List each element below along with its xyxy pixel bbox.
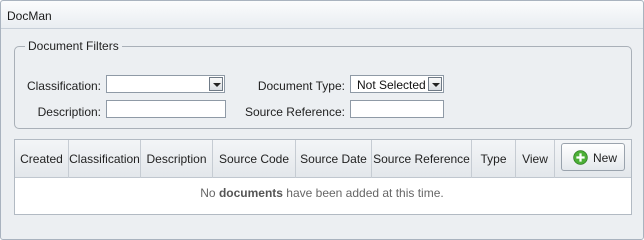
column-header-label: Type [480, 152, 507, 166]
column-header-classification[interactable]: Classification [69, 140, 141, 178]
description-input[interactable] [106, 100, 226, 118]
column-header-label: Classification [69, 152, 140, 166]
document-type-select[interactable]: Not Selected [350, 75, 444, 93]
chevron-down-icon[interactable] [428, 77, 442, 91]
empty-table-message: No documents have been added at this tim… [1, 186, 643, 200]
source-reference-input[interactable] [350, 100, 444, 118]
column-header-label: Source Reference [373, 152, 470, 166]
docman-window: DocMan Document Filters Classification: … [0, 0, 644, 240]
new-document-button[interactable]: New [561, 143, 625, 171]
window-title: DocMan [7, 9, 52, 23]
column-header-label: Source Date [300, 152, 367, 166]
chevron-down-icon[interactable] [209, 77, 223, 91]
new-button-label: New [593, 151, 618, 165]
column-header-type[interactable]: Type [472, 140, 516, 178]
classification-select[interactable] [106, 75, 225, 93]
classification-label: Classification: [26, 79, 101, 93]
column-header-label: Description [146, 152, 207, 166]
documents-table: Created Classification Description Sourc… [14, 139, 632, 215]
column-header-source-date[interactable]: Source Date [296, 140, 372, 178]
column-header-source-code[interactable]: Source Code [213, 140, 296, 178]
column-header-source-reference[interactable]: Source Reference [372, 140, 472, 178]
column-header-view[interactable]: View [516, 140, 555, 178]
column-header-label: Created [20, 152, 63, 166]
empty-message-prefix: No [200, 186, 219, 200]
column-header-created[interactable]: Created [15, 140, 69, 178]
empty-message-suffix: have been added at this time. [282, 186, 444, 200]
table-header: Created Classification Description Sourc… [15, 140, 631, 178]
document-type-label: Document Type: [257, 79, 345, 93]
description-label: Description: [37, 105, 101, 119]
source-reference-label: Source Reference: [244, 105, 345, 119]
column-header-label: View [522, 152, 548, 166]
column-header-label: Source Code [218, 152, 290, 166]
document-filters-panel: Document Filters Classification: Documen… [14, 39, 632, 129]
filters-legend: Document Filters [28, 39, 119, 53]
title-bar: DocMan [1, 1, 643, 29]
empty-message-bold: documents [218, 186, 283, 200]
document-type-value: Not Selected [357, 78, 426, 92]
column-header-description[interactable]: Description [141, 140, 213, 178]
plus-circle-icon [573, 150, 588, 165]
